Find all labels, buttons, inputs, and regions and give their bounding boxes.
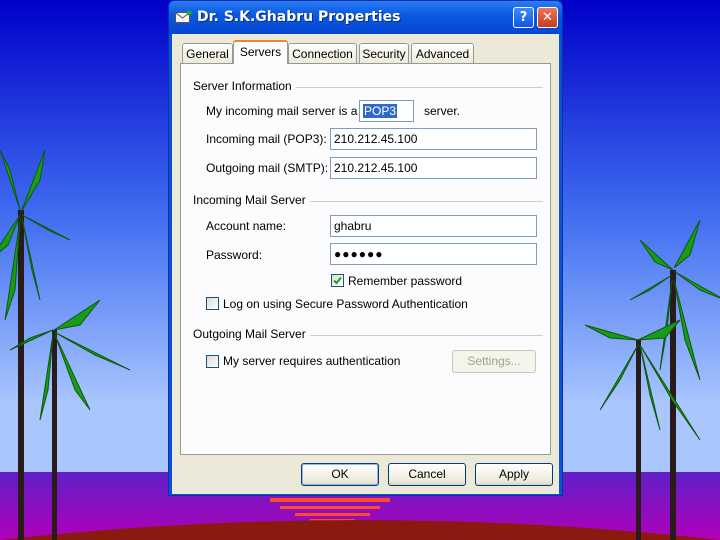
tab-security[interactable]: Security xyxy=(359,43,409,64)
spa-checkbox[interactable] xyxy=(206,297,219,310)
account-name-field[interactable]: ghabru xyxy=(330,215,537,237)
window-title: Dr. S.K.Ghabru Properties xyxy=(197,9,401,25)
tab-servers[interactable]: Servers xyxy=(233,40,288,64)
group-incoming-mail-server: Incoming Mail Server xyxy=(193,193,310,207)
checkmark-icon xyxy=(333,276,342,285)
tab-advanced[interactable]: Advanced xyxy=(411,43,474,64)
outgoing-mail-field[interactable]: 210.212.45.100 xyxy=(330,157,537,179)
servers-tab-panel: Server Information My incoming mail serv… xyxy=(180,63,551,455)
group-server-information: Server Information xyxy=(193,79,296,93)
remember-password-label[interactable]: Remember password xyxy=(348,274,462,288)
apply-button[interactable]: Apply xyxy=(475,463,553,486)
group-outgoing-mail-server: Outgoing Mail Server xyxy=(193,327,310,341)
properties-dialog: Dr. S.K.Ghabru Properties ? ✕ General Se… xyxy=(168,0,563,496)
server-auth-checkbox[interactable] xyxy=(206,355,219,368)
settings-button[interactable]: Settings... xyxy=(452,350,536,373)
cancel-button[interactable]: Cancel xyxy=(388,463,466,486)
password-field[interactable]: ●●●●●● xyxy=(330,243,537,265)
password-label: Password: xyxy=(206,248,263,262)
account-name-label: Account name: xyxy=(206,219,287,233)
tab-connection[interactable]: Connection xyxy=(288,43,357,64)
incoming-mail-field[interactable]: 210.212.45.100 xyxy=(330,128,537,150)
incoming-server-type-field[interactable]: POP3 xyxy=(359,100,414,122)
close-button[interactable]: ✕ xyxy=(537,7,558,28)
server-auth-label[interactable]: My server requires authentication xyxy=(223,354,400,368)
dialog-client-area: General Servers Connection Security Adva… xyxy=(172,34,559,494)
mail-account-icon xyxy=(175,10,192,23)
remember-password-checkbox[interactable] xyxy=(331,274,344,287)
incoming-mail-label: Incoming mail (POP3): xyxy=(206,132,327,146)
help-button[interactable]: ? xyxy=(513,7,534,28)
tab-general[interactable]: General xyxy=(182,43,233,64)
outgoing-mail-label: Outgoing mail (SMTP): xyxy=(206,161,329,175)
title-bar[interactable]: Dr. S.K.Ghabru Properties ? ✕ xyxy=(169,1,562,34)
ok-button[interactable]: OK xyxy=(301,463,379,486)
incoming-type-suffix: server. xyxy=(424,104,461,118)
incoming-server-type-value: POP3 xyxy=(363,104,398,118)
spa-label[interactable]: Log on using Secure Password Authenticat… xyxy=(223,297,468,311)
incoming-type-prefix: My incoming mail server is a xyxy=(206,104,358,118)
